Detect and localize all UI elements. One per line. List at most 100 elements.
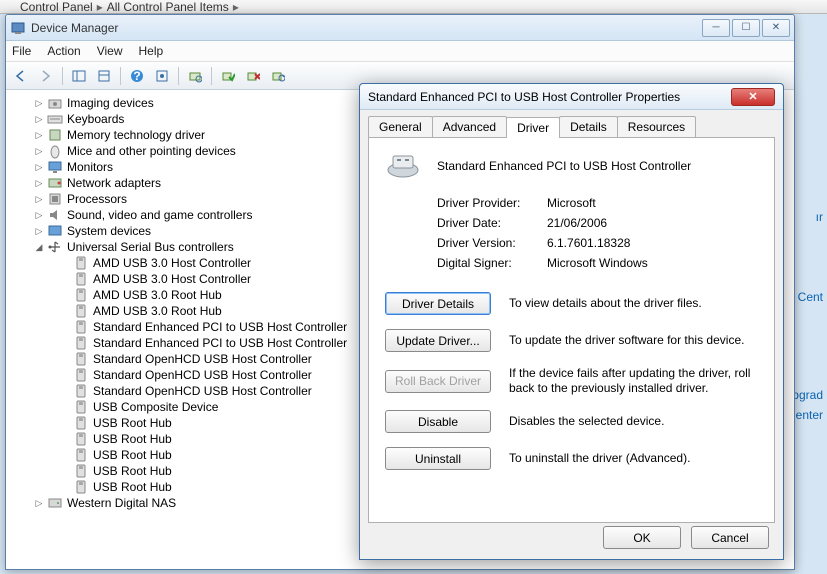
device-icon xyxy=(73,335,89,351)
properties-icon[interactable] xyxy=(93,65,115,87)
device-icon xyxy=(47,239,63,255)
separator xyxy=(120,67,121,85)
tree-item-label: USB Composite Device xyxy=(93,400,218,414)
expand-icon[interactable]: ▷ xyxy=(33,161,45,173)
window-title: Device Manager xyxy=(31,21,702,35)
tab-resources[interactable]: Resources xyxy=(617,116,696,137)
menu-help[interactable]: Help xyxy=(139,44,164,58)
separator xyxy=(62,67,63,85)
expand-icon[interactable] xyxy=(59,257,71,269)
device-icon xyxy=(73,431,89,447)
menu-file[interactable]: File xyxy=(12,44,31,58)
provider-value: Microsoft xyxy=(547,196,758,210)
tree-item-label: Standard OpenHCD USB Host Controller xyxy=(93,368,312,382)
expand-icon[interactable] xyxy=(59,465,71,477)
close-button[interactable]: ✕ xyxy=(762,19,790,37)
tree-item-label: Memory technology driver xyxy=(67,128,205,142)
uninstall-button[interactable]: Uninstall xyxy=(385,447,491,470)
tree-item-label: AMD USB 3.0 Host Controller xyxy=(93,256,251,270)
expand-icon[interactable] xyxy=(59,289,71,301)
expand-icon[interactable]: ▷ xyxy=(33,209,45,221)
forward-button[interactable] xyxy=(35,65,57,87)
chevron-icon: ▸ xyxy=(97,0,103,14)
bg-text: pgrad xyxy=(792,388,823,402)
tab-advanced[interactable]: Advanced xyxy=(432,116,507,137)
menubar: File Action View Help xyxy=(6,41,794,62)
tree-item-label: Processors xyxy=(67,192,127,206)
device-icon xyxy=(47,143,63,159)
date-label: Driver Date: xyxy=(437,216,547,230)
expand-icon[interactable] xyxy=(59,321,71,333)
expand-icon[interactable]: ▷ xyxy=(33,129,45,141)
driver-details-desc: To view details about the driver files. xyxy=(509,296,758,311)
tab-panel-driver: Standard Enhanced PCI to USB Host Contro… xyxy=(368,137,775,523)
expand-icon[interactable]: ▷ xyxy=(33,193,45,205)
expand-icon[interactable] xyxy=(59,369,71,381)
tree-item-label: AMD USB 3.0 Root Hub xyxy=(93,288,222,302)
tree-item-label: AMD USB 3.0 Host Controller xyxy=(93,272,251,286)
ok-button[interactable]: OK xyxy=(603,526,681,549)
enable-icon[interactable] xyxy=(217,65,239,87)
tab-driver[interactable]: Driver xyxy=(506,117,560,138)
expand-icon[interactable]: ▷ xyxy=(33,177,45,189)
breadcrumb-item[interactable]: Control Panel xyxy=(20,0,93,14)
update-driver-icon[interactable] xyxy=(267,65,289,87)
cancel-button[interactable]: Cancel xyxy=(691,526,769,549)
uninstall-icon[interactable] xyxy=(242,65,264,87)
dialog-titlebar[interactable]: Standard Enhanced PCI to USB Host Contro… xyxy=(360,84,783,110)
device-icon xyxy=(73,399,89,415)
device-icon xyxy=(73,463,89,479)
signer-label: Digital Signer: xyxy=(437,256,547,270)
expand-icon[interactable] xyxy=(59,449,71,461)
minimize-button[interactable]: ─ xyxy=(702,19,730,37)
menu-view[interactable]: View xyxy=(97,44,123,58)
disable-button[interactable]: Disable xyxy=(385,410,491,433)
expand-icon[interactable] xyxy=(59,385,71,397)
expand-icon[interactable]: ▷ xyxy=(33,225,45,237)
tree-item-label: AMD USB 3.0 Root Hub xyxy=(93,304,222,318)
breadcrumb-item[interactable]: All Control Panel Items xyxy=(107,0,229,14)
device-icon xyxy=(73,287,89,303)
tree-item-label: Network adapters xyxy=(67,176,161,190)
device-icon xyxy=(47,159,63,175)
expand-icon[interactable] xyxy=(59,337,71,349)
device-icon xyxy=(47,207,63,223)
menu-action[interactable]: Action xyxy=(47,44,80,58)
expand-icon[interactable]: ▷ xyxy=(33,145,45,157)
show-hide-console-icon[interactable] xyxy=(68,65,90,87)
back-button[interactable] xyxy=(10,65,32,87)
titlebar[interactable]: Device Manager ─ ☐ ✕ xyxy=(6,15,794,41)
maximize-button[interactable]: ☐ xyxy=(732,19,760,37)
driver-details-button[interactable]: Driver Details xyxy=(385,292,491,315)
device-icon xyxy=(73,383,89,399)
chevron-icon: ▸ xyxy=(233,0,239,14)
tree-item-label: Western Digital NAS xyxy=(67,496,176,510)
expand-icon[interactable] xyxy=(59,433,71,445)
version-value: 6.1.7601.18328 xyxy=(547,236,758,250)
tree-item-label: Standard Enhanced PCI to USB Host Contro… xyxy=(93,320,347,334)
expand-icon[interactable]: ▷ xyxy=(33,497,45,509)
dialog-close-button[interactable]: ✕ xyxy=(731,88,775,106)
tab-details[interactable]: Details xyxy=(559,116,618,137)
device-icon xyxy=(47,111,63,127)
scan-hardware-icon[interactable] xyxy=(184,65,206,87)
update-driver-button[interactable]: Update Driver... xyxy=(385,329,491,352)
expand-icon[interactable] xyxy=(59,417,71,429)
expand-icon[interactable]: ▷ xyxy=(33,97,45,109)
expand-icon[interactable] xyxy=(59,273,71,285)
usb-controller-icon xyxy=(385,152,421,180)
expand-icon[interactable]: ◢ xyxy=(33,241,45,253)
expand-icon[interactable] xyxy=(59,305,71,317)
signer-value: Microsoft Windows xyxy=(547,256,758,270)
tab-general[interactable]: General xyxy=(368,116,433,137)
help-icon[interactable]: ? xyxy=(126,65,148,87)
action-icon[interactable] xyxy=(151,65,173,87)
device-icon xyxy=(73,351,89,367)
expand-icon[interactable] xyxy=(59,353,71,365)
expand-icon[interactable]: ▷ xyxy=(33,113,45,125)
expand-icon[interactable] xyxy=(59,401,71,413)
expand-icon[interactable] xyxy=(59,481,71,493)
device-icon xyxy=(47,495,63,511)
driver-info: Driver Provider: Microsoft Driver Date: … xyxy=(437,196,758,270)
tree-item-label: System devices xyxy=(67,224,151,238)
